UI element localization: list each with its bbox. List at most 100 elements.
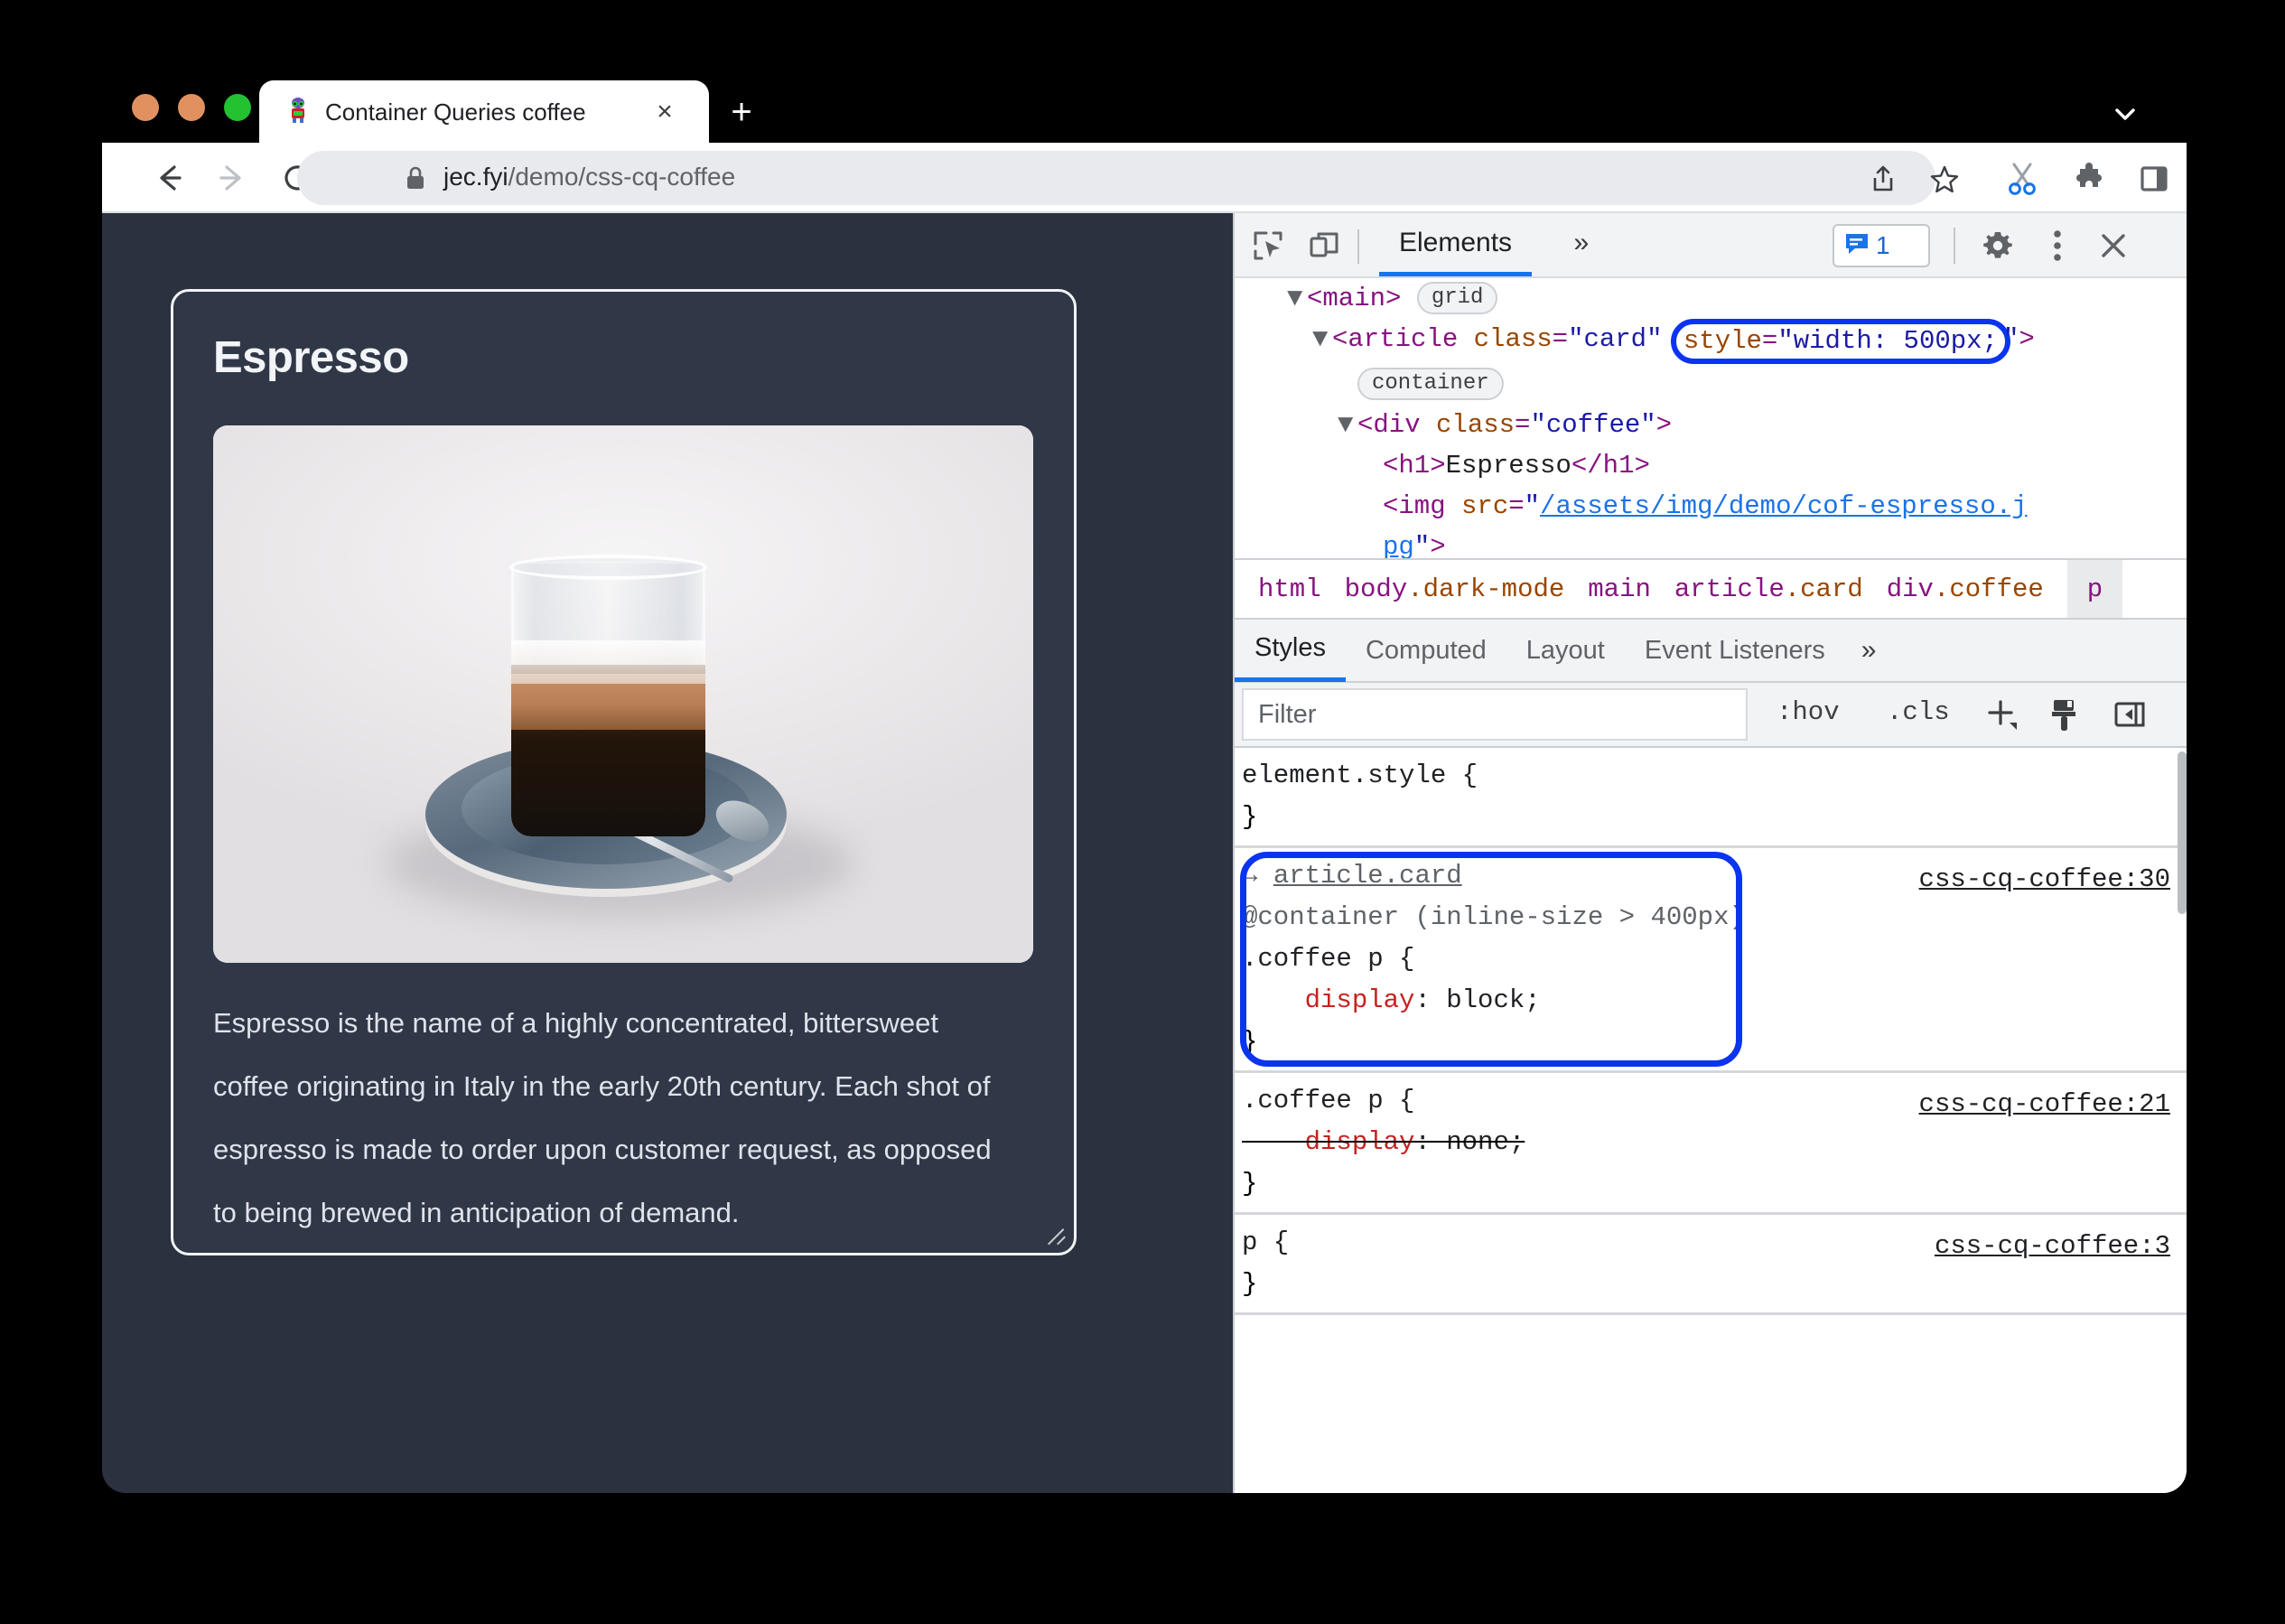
- breadcrumb-tag: body: [1344, 574, 1408, 604]
- lock-icon: [405, 165, 426, 191]
- breadcrumb-class: .card: [1784, 574, 1863, 604]
- css-declaration[interactable]: display: none;: [1242, 1122, 2187, 1163]
- rule-selector[interactable]: p {: [1242, 1227, 1289, 1257]
- rule-selector-line[interactable]: element.style {: [1242, 755, 2187, 797]
- twisty-icon[interactable]: ▼: [1287, 278, 1307, 319]
- dom-badge[interactable]: grid: [1416, 282, 1498, 314]
- rule-source-link[interactable]: css-cq-coffee:3: [1935, 1226, 2170, 1267]
- dom-token: "coffee": [1530, 410, 1656, 440]
- css-property[interactable]: display: [1242, 985, 1415, 1015]
- url-path: /demo/css-cq-coffee: [508, 163, 736, 191]
- css-rule[interactable]: → article.card @container (inline-size > …: [1235, 848, 2187, 1073]
- breadcrumb-item-html[interactable]: html: [1235, 574, 1321, 604]
- dom-node[interactable]: <h1>Espresso</h1>: [1235, 445, 2187, 486]
- dom-token: style: [1683, 326, 1762, 356]
- rule-selector[interactable]: .coffee p {: [1242, 944, 1414, 974]
- dom-node[interactable]: ▼ <div class="coffee">: [1235, 405, 2187, 445]
- chevron-down-icon[interactable]: [2111, 99, 2140, 128]
- toggle-sidebar-icon[interactable]: [2112, 697, 2147, 740]
- dom-tree[interactable]: ▼ <main> grid ▼ <article class="card" style…: [1235, 278, 2187, 558]
- tab-strip: Container Queries coffee × +: [102, 61, 2187, 143]
- dom-token: >: [1430, 532, 1446, 558]
- star-icon[interactable]: [1925, 161, 1964, 197]
- toolbar-divider: [1357, 229, 1359, 264]
- rule-source-link[interactable]: css-cq-coffee:21: [1919, 1084, 2170, 1125]
- css-property[interactable]: display: [1242, 1127, 1415, 1157]
- cls-button[interactable]: .cls: [1887, 697, 1950, 727]
- dom-node[interactable]: ▼ <article class="card" style="width: 500…: [1235, 319, 2187, 364]
- dom-node[interactable]: container: [1235, 364, 2187, 405]
- dom-token: class: [1436, 410, 1516, 440]
- more-vertical-icon[interactable]: [2037, 225, 2078, 266]
- rule-selector-line[interactable]: .coffee p {: [1242, 938, 2187, 980]
- close-icon[interactable]: [2093, 225, 2134, 266]
- issues-badge[interactable]: 1: [1833, 224, 1930, 267]
- extensions-icon[interactable]: [2069, 161, 2109, 197]
- more-panels-icon[interactable]: »: [1573, 229, 1590, 260]
- styles-filter-bar: Filter :hov .cls: [1235, 683, 2187, 748]
- breadcrumb-item-article[interactable]: article.card: [1651, 574, 1863, 604]
- inherited-from-selector[interactable]: article.card: [1273, 861, 1462, 891]
- rule-source-link[interactable]: css-cq-coffee:30: [1919, 859, 2170, 901]
- issues-count: 1: [1876, 231, 1890, 259]
- css-rules-list[interactable]: element.style {} → article.card @container…: [1235, 748, 2187, 1493]
- page-viewport: Espresso Espresso is the name of a highl…: [102, 213, 1233, 1493]
- back-button[interactable]: [149, 158, 189, 198]
- tab-event-listeners[interactable]: Event Listeners: [1625, 619, 1845, 682]
- tab-close-icon[interactable]: ×: [649, 98, 680, 128]
- css-value[interactable]: : block;: [1414, 985, 1540, 1015]
- css-rule[interactable]: p {} css-cq-coffee:3: [1235, 1215, 2187, 1315]
- filter-input[interactable]: Filter: [1242, 688, 1748, 741]
- window-minimize-button[interactable]: [178, 94, 205, 121]
- inspect-element-icon[interactable]: [1247, 225, 1289, 266]
- device-toolbar-icon[interactable]: [1303, 225, 1345, 266]
- tab-computed[interactable]: Computed: [1346, 619, 1506, 682]
- dom-node[interactable]: ▼ <main> grid: [1235, 278, 2187, 319]
- gear-icon[interactable]: [1977, 225, 2019, 266]
- share-icon[interactable]: [1863, 161, 1903, 197]
- tab-layout[interactable]: Layout: [1506, 619, 1625, 682]
- breadcrumb-item-body[interactable]: body.dark-mode: [1321, 574, 1565, 604]
- css-rule[interactable]: .coffee p { display: none;} css-cq-coffee…: [1235, 1073, 2187, 1215]
- more-tabs-icon[interactable]: »: [1845, 635, 1893, 666]
- twisty-icon[interactable]: ▼: [1312, 319, 1332, 359]
- rule-selector[interactable]: element.style {: [1242, 761, 1478, 790]
- new-style-rule-button[interactable]: [1984, 697, 2024, 742]
- twisty-icon[interactable]: ▼: [1338, 405, 1357, 445]
- window-close-button[interactable]: [132, 94, 159, 121]
- css-rule[interactable]: element.style {}: [1235, 748, 2187, 848]
- side-panel-icon[interactable]: [2134, 161, 2174, 197]
- browser-window: Container Queries coffee × + jec.fyi/dem…: [102, 61, 2187, 1493]
- window-maximize-button[interactable]: [224, 94, 251, 121]
- tab-styles[interactable]: Styles: [1235, 619, 1346, 682]
- breadcrumb-item-p[interactable]: p: [2066, 560, 2123, 618]
- inherit-arrow-icon: →: [1242, 861, 1273, 891]
- dom-token: "card": [1568, 324, 1663, 354]
- css-value[interactable]: : none;: [1414, 1127, 1525, 1157]
- styles-scrollbar[interactable]: [2178, 751, 2187, 914]
- browser-tab[interactable]: Container Queries coffee ×: [259, 80, 709, 143]
- styles-pane-tabs[interactable]: Styles Computed Layout Event Listeners»: [1235, 618, 2187, 683]
- breadcrumb-item-div[interactable]: div.coffee: [1863, 574, 2044, 604]
- dom-node[interactable]: pg">: [1235, 527, 2187, 558]
- scissors-icon[interactable]: [2002, 161, 2042, 197]
- tab-elements[interactable]: Elements: [1379, 213, 1533, 276]
- favicon-icon: [283, 97, 313, 127]
- new-tab-button[interactable]: +: [725, 94, 758, 130]
- resize-handle[interactable]: [1046, 1226, 1069, 1249]
- dom-token: =: [1552, 324, 1569, 354]
- dom-token: >: [2019, 324, 2035, 354]
- browser-toolbar: jec.fyi/demo/css-cq-coffee: [102, 143, 2187, 213]
- breadcrumb[interactable]: html body.dark-mode main article.card div.co…: [1235, 558, 2187, 618]
- css-declaration[interactable]: display: block;: [1242, 980, 2187, 1022]
- style-brush-icon[interactable]: [2047, 697, 2082, 742]
- hov-button[interactable]: :hov: [1777, 697, 1840, 727]
- at-rule: @container (inline-size > 400px): [1242, 902, 1745, 932]
- dom-badge[interactable]: container: [1357, 368, 1504, 400]
- rule-selector[interactable]: .coffee p {: [1242, 1086, 1414, 1115]
- breadcrumb-item-main[interactable]: main: [1564, 574, 1651, 604]
- dom-node[interactable]: <img src="/assets/img/demo/cof-espresso.…: [1235, 486, 2187, 527]
- twisty-icon: [1363, 527, 1383, 558]
- breadcrumb-class: .coffee: [1933, 574, 2044, 604]
- dom-token: =: [1761, 326, 1778, 356]
